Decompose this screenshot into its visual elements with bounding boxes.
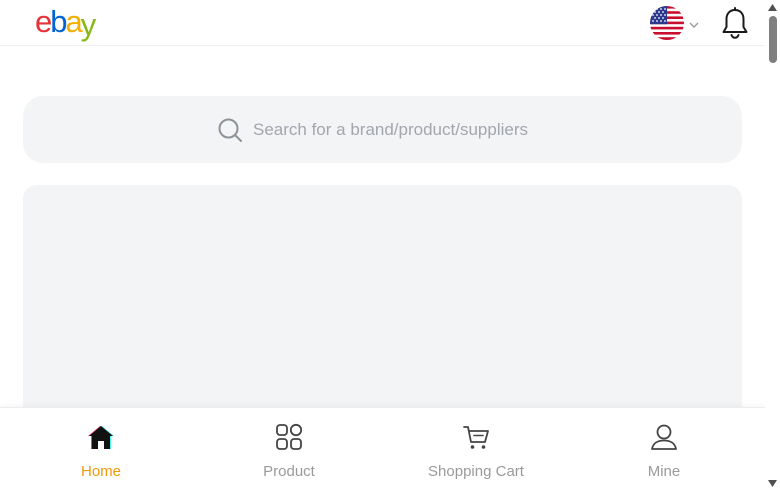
logo-letter-a: a xyxy=(65,4,83,39)
user-icon xyxy=(651,424,677,450)
nav-item-mine[interactable]: Mine xyxy=(589,408,739,493)
nav-item-cart[interactable]: Shopping Cart xyxy=(401,408,551,493)
logo-letter-b: b xyxy=(50,4,67,39)
scroll-down-arrow-icon[interactable] xyxy=(768,480,777,487)
home-icon xyxy=(88,426,114,449)
us-flag-icon xyxy=(650,6,684,40)
search-bar[interactable]: Search for a brand/product/suppliers xyxy=(23,96,742,163)
bottom-nav: Home Product Shopping Cart Mine xyxy=(0,407,765,493)
chevron-down-icon xyxy=(689,22,699,28)
grid-icon xyxy=(276,423,303,450)
top-header: e b a y xyxy=(0,0,765,46)
logo-letter-y: y xyxy=(80,7,96,42)
nav-label-home: Home xyxy=(80,463,121,480)
search-icon xyxy=(218,118,242,142)
ebay-logo[interactable]: e b a y xyxy=(35,4,96,42)
nav-label-mine: Mine xyxy=(647,463,681,480)
nav-item-home[interactable]: Home xyxy=(26,408,176,493)
scroll-up-arrow-icon[interactable] xyxy=(768,4,777,11)
banner-placeholder[interactable] xyxy=(23,185,742,425)
nav-label-product: Product xyxy=(263,463,315,480)
cart-icon xyxy=(463,426,489,449)
nav-label-cart: Shopping Cart xyxy=(428,463,524,480)
vertical-scrollbar[interactable] xyxy=(765,0,780,493)
region-selector[interactable] xyxy=(650,6,702,40)
bell-icon[interactable] xyxy=(720,7,750,39)
app-page: e b a y Search for a brand/product/suppl… xyxy=(0,0,780,493)
nav-item-product[interactable]: Product xyxy=(214,408,364,493)
scrollbar-thumb[interactable] xyxy=(769,16,777,63)
logo-letter-e: e xyxy=(35,4,52,39)
search-placeholder: Search for a brand/product/suppliers xyxy=(253,119,528,139)
